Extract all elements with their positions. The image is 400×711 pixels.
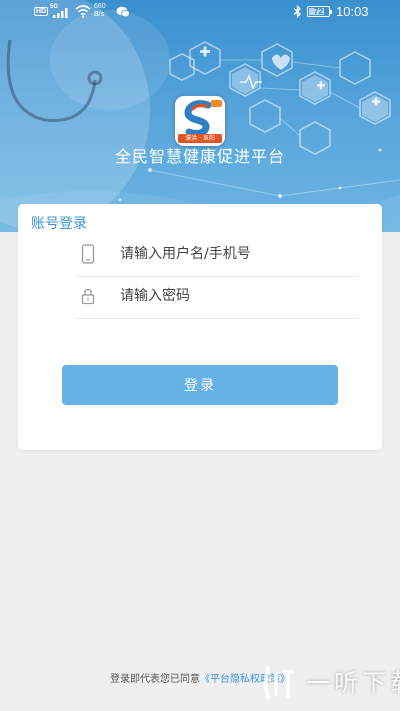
username-row (75, 234, 358, 277)
network-speed-unit: B/s (94, 11, 105, 18)
agreement-prefix: 登录即代表您已同意 (110, 674, 200, 685)
logo-caption: 濮洪 · 阜阳 (178, 134, 222, 143)
clock: 10:03 (336, 4, 369, 19)
login-card: 账号登录 登录 (18, 204, 382, 450)
app-logo: 濮洪 · 阜阳 (175, 96, 225, 146)
password-input[interactable] (120, 285, 350, 307)
header-banner: 濮洪 · 阜阳 全民智慧健康促进平台 (0, 0, 400, 232)
username-input[interactable] (120, 243, 350, 265)
wifi-icon (75, 5, 91, 18)
network-speed-value: 660 (94, 3, 106, 10)
lock-icon (81, 288, 95, 305)
network-speed: 660 B/s (94, 3, 114, 19)
password-row (75, 276, 358, 319)
watermark-text: 一听下载 (306, 669, 400, 697)
battery-icon: 72 (307, 6, 332, 17)
watermark-logo-icon (264, 666, 294, 700)
account-login-title: 账号登录 (31, 216, 87, 232)
message-icon (116, 6, 130, 18)
phone-icon (81, 244, 95, 264)
battery-tip (330, 10, 332, 14)
platform-title: 全民智慧健康促进平台 (114, 147, 285, 166)
battery-level: 72 (314, 7, 323, 16)
hd-badge: HD (34, 7, 49, 16)
bluetooth-icon (293, 5, 301, 18)
status-bar: HD 5G 660 B/s 72 10:03 (0, 0, 400, 24)
signal-icon (53, 8, 68, 18)
login-button[interactable]: 登录 (62, 365, 338, 405)
